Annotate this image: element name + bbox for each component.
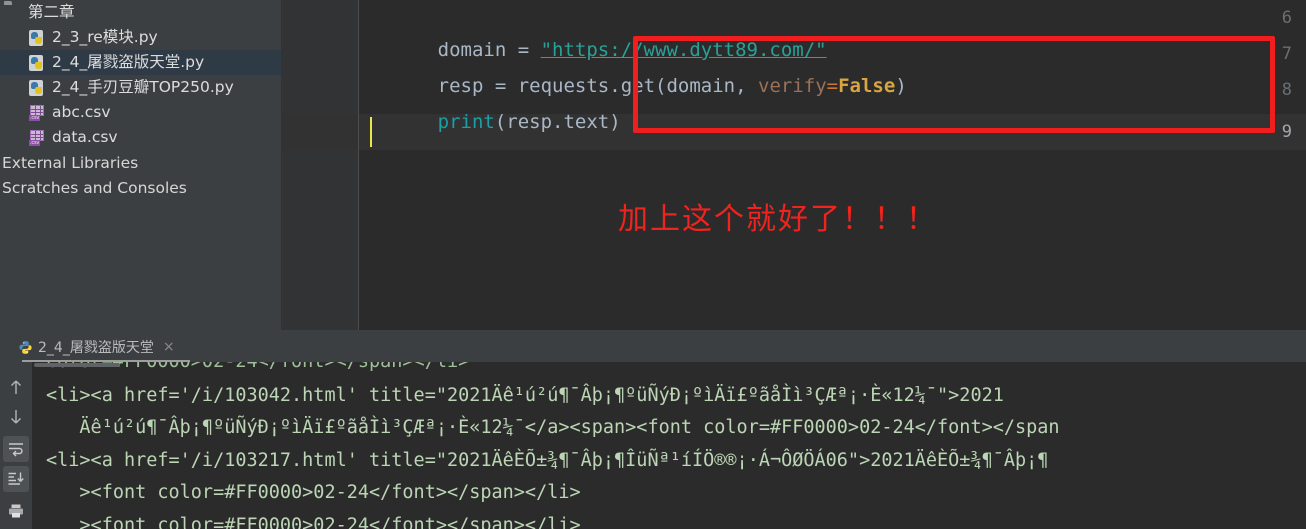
python-file-icon [28, 79, 46, 97]
console-tab-label: 2_4_屠戮盗版天堂 [38, 340, 154, 356]
console-line: ><font color=#FF0000>02-24</font></span>… [46, 482, 581, 503]
line-number-8: 8 [1281, 80, 1292, 100]
tree-item-2-4-dytt-selected[interactable]: 2_4_屠戮盗版天堂.py [0, 50, 281, 75]
gutter-divider [358, 0, 359, 330]
csv-file-icon: .csv [28, 129, 46, 147]
arrow-up-icon [8, 378, 24, 396]
printer-icon [7, 503, 25, 519]
console-line: <li><a href='/i/103217.html' title="2021… [46, 450, 1049, 471]
code-token-paren-close: ) [895, 75, 907, 97]
python-file-icon [28, 29, 46, 47]
console-tab-bar: 2_4_屠戮盗版天堂 × [0, 330, 1306, 362]
tree-item-label: Scratches and Consoles [2, 178, 187, 197]
python-file-icon [28, 54, 46, 72]
scroll-to-end-icon [7, 471, 25, 487]
console-horizontal-scrollbar[interactable] [34, 363, 120, 367]
tree-item-label: abc.csv [52, 103, 111, 121]
tree-item-label: 2_4_屠戮盗版天堂.py [52, 53, 205, 71]
console-tab-dytt[interactable]: 2_4_屠戮盗版天堂 × [18, 334, 175, 360]
soft-wrap-button[interactable] [3, 436, 29, 462]
close-icon[interactable]: × [163, 340, 175, 354]
tree-item-label: 第二章 [28, 3, 75, 21]
tree-item-data-csv[interactable]: .csv data.csv [0, 125, 281, 150]
tree-item-scratches-and-consoles[interactable]: Scratches and Consoles [0, 175, 281, 200]
csv-icon-tag: .csv [29, 139, 41, 146]
tree-item-label: External Libraries [2, 153, 139, 172]
code-line-7[interactable]: resp = requests.get(domain, verify=False… [369, 32, 907, 97]
tree-item-label: 2_3_re模块.py [52, 28, 158, 46]
console-line: <li><a href='/i/103042.html' title="2021… [46, 385, 1004, 406]
editor-gutter[interactable] [281, 0, 359, 330]
code-token-constant-false: False [838, 75, 896, 97]
console-toolbar[interactable] [0, 362, 32, 529]
code-editor[interactable]: 6 7 8 9 domain = "https://www.dytt89.com… [281, 0, 1306, 330]
code-token-assign: = [826, 75, 839, 97]
scroll-up-button[interactable] [3, 374, 29, 400]
console-line: ><font color=#FF0000>02-24</font></span>… [46, 515, 581, 529]
code-token-paren-open: ( [494, 111, 507, 133]
code-token-method: get [620, 75, 656, 97]
code-token-argument: domain [666, 75, 736, 97]
folder-icon [4, 4, 22, 22]
line-number-9: 9 [1281, 122, 1292, 142]
csv-file-icon: .csv [28, 104, 46, 122]
code-line-6[interactable]: domain = "https://www.dytt89.com/" [369, 0, 827, 61]
console-output-text[interactable]: color=#FF0000>02-24</font></span></li> <… [32, 362, 1306, 529]
line-number-6: 6 [1281, 8, 1292, 28]
code-token-paren-open: ( [655, 75, 667, 97]
code-token-keyword-argument: verify [758, 75, 827, 97]
red-annotation-text: 加上这个就好了！！！ [618, 202, 938, 237]
print-button[interactable] [3, 498, 29, 524]
tree-item-2-4-douban-top250[interactable]: 2_4_手刃豆瓣TOP250.py [0, 75, 281, 100]
csv-icon-tag: .csv [29, 114, 41, 121]
code-token-comma: , [735, 75, 759, 97]
code-token-argument: resp.text [506, 111, 610, 133]
arrow-down-icon [8, 408, 24, 426]
line-number-7: 7 [1281, 44, 1292, 64]
tree-item-folder-chapter[interactable]: 第二章 [0, 0, 281, 25]
tree-item-external-libraries[interactable]: External Libraries [0, 150, 281, 175]
python-run-icon [18, 340, 33, 355]
tree-item-label: data.csv [52, 128, 118, 146]
soft-wrap-icon [7, 441, 25, 457]
code-token-paren-close: ) [609, 111, 621, 133]
text-caret [370, 117, 372, 147]
project-tree-panel[interactable]: 第二章 2_3_re模块.py 2_4_屠戮盗版天堂.py 2_4_手刃豆瓣TO… [0, 0, 281, 330]
code-token-builtin-print: print [437, 111, 495, 133]
run-console-panel[interactable]: 2_4_屠戮盗版天堂 × <li><a href='/i/103042.html… [0, 330, 1306, 529]
tree-item-abc-csv[interactable]: .csv abc.csv [0, 100, 281, 125]
code-line-8[interactable]: print(resp.text) [369, 68, 621, 133]
scroll-to-end-button[interactable] [3, 466, 29, 492]
console-line: Äê¹ú²ú¶¯Âþ¡¶ºüÑýÐ¡ºìÄï£ºãåÌì³ÇÆª¡·È«12¼¯… [46, 417, 1060, 438]
tree-item-2-3-re-module[interactable]: 2_3_re模块.py [0, 25, 281, 50]
tree-item-label: 2_4_手刃豆瓣TOP250.py [52, 78, 234, 96]
pycharm-window: 第二章 2_3_re模块.py 2_4_屠戮盗版天堂.py 2_4_手刃豆瓣TO… [0, 0, 1306, 529]
scroll-down-button[interactable] [3, 404, 29, 430]
